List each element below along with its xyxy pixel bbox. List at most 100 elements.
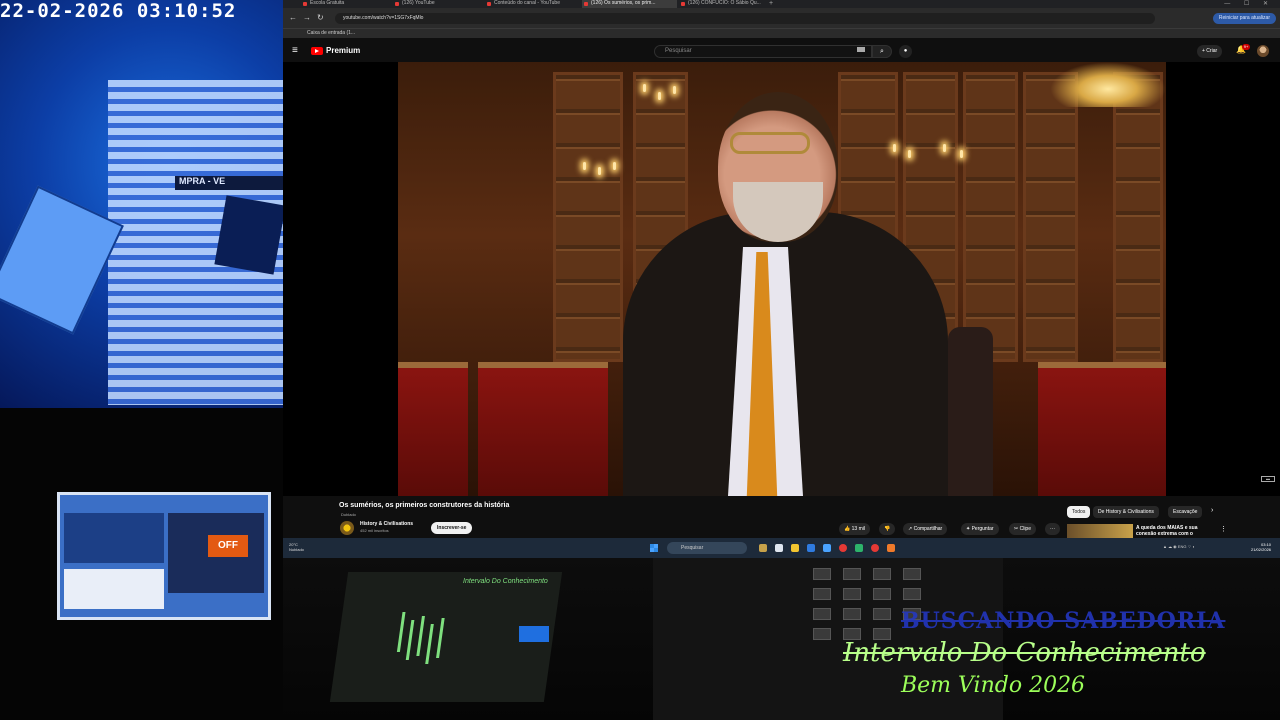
overlay-subtitle: Intervalo Do Conhecimento <box>843 638 1206 668</box>
panel-key <box>903 568 921 580</box>
clip-button[interactable]: ✂ Clipe <box>1009 523 1036 535</box>
browser-tab[interactable]: (126) CONFUCIO: O Sábio Qu... <box>679 0 767 8</box>
forward-icon[interactable]: → <box>303 13 311 22</box>
language-indicator: ENG <box>1177 544 1187 549</box>
like-button[interactable]: 👍 13 mil <box>839 523 870 535</box>
browser-tab[interactable]: (126) YouTube <box>393 0 483 8</box>
candle-light <box>643 84 646 92</box>
captions-icon[interactable]: ▬ <box>1261 476 1275 482</box>
monitor-panel <box>64 569 164 609</box>
reload-icon[interactable]: ↻ <box>317 13 324 22</box>
new-tab-button[interactable]: + <box>769 0 773 7</box>
create-button[interactable]: + Criar <box>1197 45 1223 58</box>
notification-badge: 9+ <box>1242 44 1250 50</box>
candle-light <box>673 86 676 94</box>
update-button[interactable]: Reiniciar para atualizar <box>1212 13 1276 24</box>
url-field[interactable]: youtube.com/watch?v=1SG7xFqMlo <box>335 13 1155 24</box>
chrome-icon[interactable] <box>839 544 847 552</box>
panel-key <box>903 588 921 600</box>
keyboard-icon[interactable] <box>857 47 865 52</box>
clip-label: Clipe <box>1019 526 1031 532</box>
thumbs-down-icon: 👎 <box>884 526 891 532</box>
more-vert-icon[interactable]: ⋮ <box>1220 525 1227 533</box>
chip-topic[interactable]: Escavaçõe <box>1168 506 1203 518</box>
weather-text: Nublado <box>289 547 304 552</box>
panel-key <box>843 608 861 620</box>
mic-icon[interactable]: ● <box>899 45 912 58</box>
search-button[interactable]: ⌕ <box>872 45 892 58</box>
candle-light <box>893 144 896 152</box>
taskbar-search[interactable]: Pesquisar <box>667 542 747 554</box>
app-icon[interactable] <box>775 544 783 552</box>
app-icon[interactable] <box>887 544 895 552</box>
camera-timestamp: 22-02-2026 03:10:52 <box>0 0 237 22</box>
app-icon[interactable] <box>871 544 879 552</box>
start-icon[interactable] <box>650 544 658 552</box>
camera-object <box>214 195 283 275</box>
avatar[interactable] <box>1257 45 1269 57</box>
browser-tab[interactable]: Escola Gratuita <box>301 0 391 8</box>
browser-tab[interactable]: Conteúdo do canal - YouTube <box>485 0 580 8</box>
weather-widget[interactable]: 20°C Nublado <box>289 542 304 552</box>
search-input[interactable]: Pesquisar <box>654 45 872 58</box>
video-frame[interactable] <box>398 62 1166 496</box>
camera-object <box>0 185 124 335</box>
camera-sign: MPRA - VE <box>175 176 283 190</box>
panel-key <box>873 568 891 580</box>
back-icon[interactable]: ← <box>289 13 297 22</box>
browser-tab-active[interactable]: (126) Os sumérios, os prim... <box>582 0 677 8</box>
youtube-logo[interactable]: Premium <box>311 46 360 55</box>
monitor-panel <box>64 513 164 563</box>
desktop-capture: Escola Gratuita (126) YouTube Conteúdo d… <box>283 0 1280 558</box>
channel-name[interactable]: History & Civilisations <box>360 521 413 527</box>
thumbs-up-icon: 👍 <box>844 526 852 532</box>
recommendation-title[interactable]: A queda dos MAIAS e sua conexão extrema … <box>1136 525 1218 537</box>
chip-all[interactable]: Todos <box>1067 506 1091 518</box>
red-chair <box>1038 362 1166 496</box>
dubbed-badge: Dublado <box>341 512 356 517</box>
app-icon[interactable] <box>759 544 767 552</box>
taskbar-clock[interactable]: 03:10 21/02/2026 <box>1251 542 1271 552</box>
bookmark-item[interactable]: Caixa de entrada (1... <box>307 30 355 36</box>
chevron-right-icon[interactable]: › <box>1211 507 1213 514</box>
panel-key <box>813 568 831 580</box>
mixer-fader <box>416 616 425 656</box>
bookshelf <box>1023 72 1078 362</box>
share-button[interactable]: ↗ Compartilhar <box>903 523 948 535</box>
video-player[interactable]: ▬ <box>283 62 1280 496</box>
panel-key <box>843 568 861 580</box>
overlay-title: BUSCANDO SABEDORIA <box>901 608 1226 634</box>
mixer-fader <box>425 624 434 664</box>
subscribe-button[interactable]: Inscrever-se <box>431 522 473 534</box>
camera-feed: MPRA - VE 22-02-2026 03:10:52 <box>0 0 283 408</box>
speaker-glasses <box>730 132 810 154</box>
mixer-label: Intervalo Do Conhecimento <box>463 578 548 585</box>
mixer-fader <box>405 620 415 660</box>
dislike-button[interactable]: 👎 <box>879 523 896 535</box>
mixer-fader <box>396 612 406 652</box>
window-controls[interactable]: — ☐ ✕ <box>1224 0 1274 7</box>
youtube-header: ≡ Premium Pesquisar ⌕ ● + Criar 🔔 9+ <box>283 40 1280 62</box>
panel-key <box>873 588 891 600</box>
chip-channel[interactable]: De History & Civilisations <box>1093 506 1159 518</box>
panel-key <box>813 588 831 600</box>
edge-icon[interactable] <box>807 544 815 552</box>
recommendation-thumbnail[interactable] <box>1067 524 1133 538</box>
address-bar: ← → ↻ youtube.com/watch?v=1SG7xFqMlo Rei… <box>283 8 1280 28</box>
system-tray[interactable]: ▲ ☁ ◉ ENG ⌔ ◐ <box>1163 544 1195 550</box>
store-icon[interactable] <box>823 544 831 552</box>
red-chair <box>478 362 608 496</box>
app-icon[interactable] <box>855 544 863 552</box>
youtube-play-icon <box>311 46 323 55</box>
mixer-panel <box>519 626 549 642</box>
clock-date: 21/02/2026 <box>1251 547 1272 552</box>
studio-monitor: OFF <box>57 492 271 620</box>
menu-icon[interactable]: ≡ <box>292 45 298 56</box>
folder-icon[interactable] <box>791 544 799 552</box>
mixer-fader <box>436 618 445 658</box>
more-actions-button[interactable]: ··· <box>1045 523 1060 535</box>
panel-key <box>813 608 831 620</box>
ask-button[interactable]: ✦ Perguntar <box>961 523 999 535</box>
bookshelf <box>963 72 1018 362</box>
channel-avatar[interactable] <box>340 521 354 535</box>
